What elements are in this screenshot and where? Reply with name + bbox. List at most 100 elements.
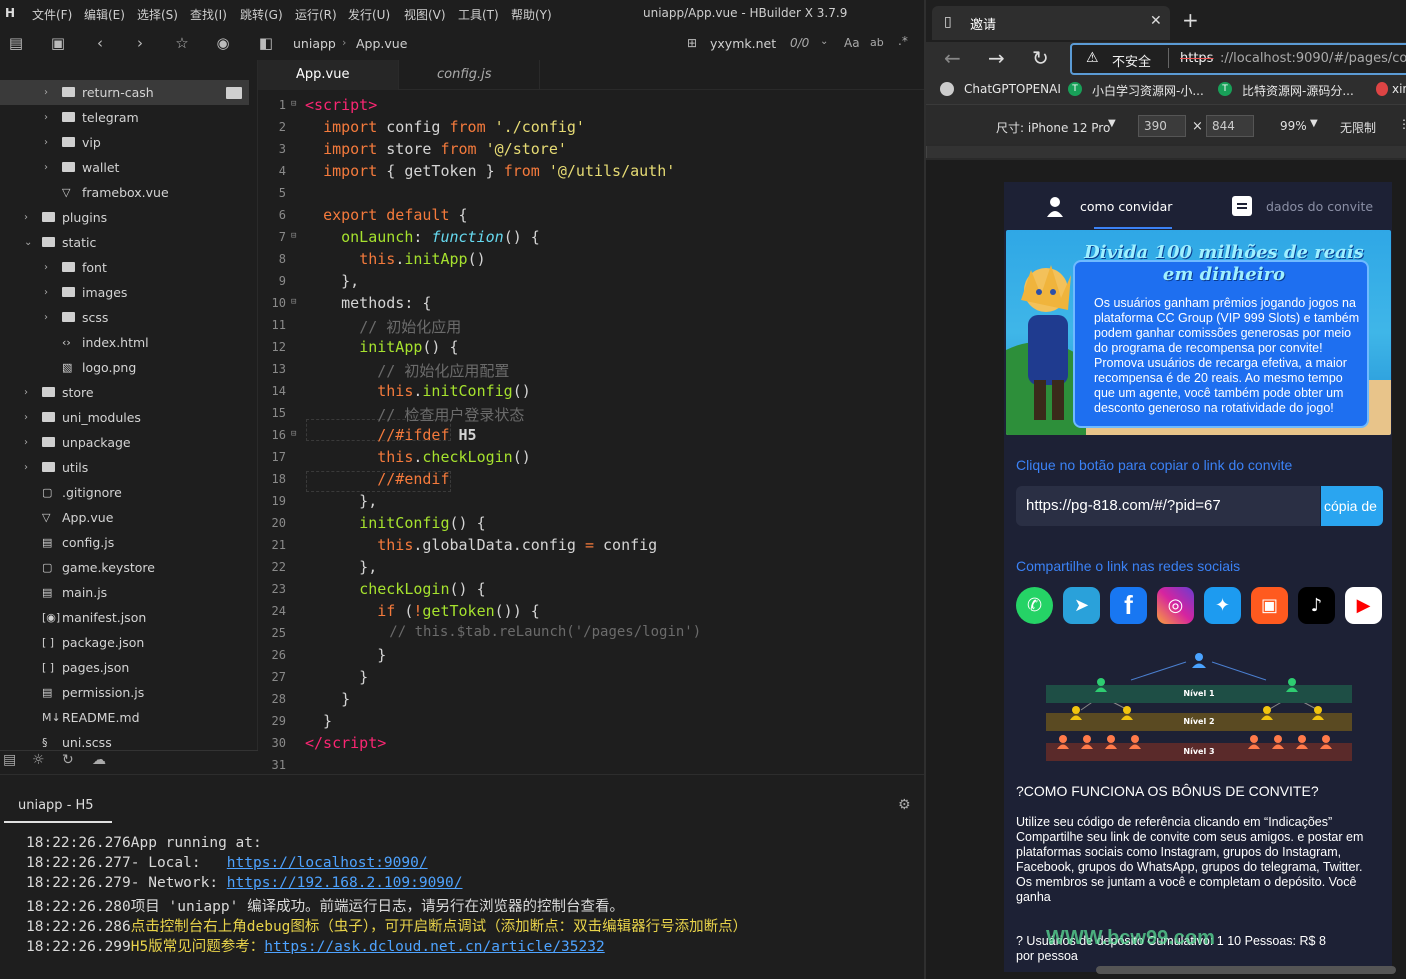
sidebar-item-vip[interactable]: › vip	[0, 130, 249, 155]
tab-app-vue[interactable]: App.vue	[258, 60, 398, 90]
facebook-icon[interactable]: f	[1110, 587, 1147, 624]
height-input[interactable]: 844	[1206, 115, 1254, 137]
chevron-down-icon[interactable]: ⌄	[820, 36, 828, 47]
sidebar-item-game-keystore[interactable]: ▢ game.keystore	[0, 555, 249, 580]
copy-button[interactable]: cópia de	[1321, 486, 1383, 526]
line-number[interactable]: 5	[258, 186, 286, 200]
sidebar-item-framebox-vue[interactable]: ▽ framebox.vue	[0, 180, 249, 205]
sidebar-item-logo-png[interactable]: ▧ logo.png	[0, 355, 249, 380]
line-number[interactable]: 11	[258, 318, 286, 332]
explorer-icon[interactable]: ▤	[3, 752, 16, 768]
line-number[interactable]: 16	[258, 428, 286, 442]
line-number[interactable]: 27	[258, 670, 286, 684]
sidebar-item-scss[interactable]: › scss	[0, 305, 249, 330]
save-icon[interactable]: ▣	[48, 33, 68, 53]
tab-como-convidar[interactable]: como convidar	[1080, 199, 1172, 214]
caret-down-icon[interactable]: ▼	[1310, 118, 1318, 129]
fold-icon[interactable]: ⊟	[291, 297, 296, 307]
run-icon[interactable]: ◉	[213, 33, 233, 53]
console-tab[interactable]: uniapp - H5	[18, 798, 94, 813]
line-number[interactable]: 2	[258, 120, 286, 134]
chevron-down-icon[interactable]: ⌄	[24, 230, 34, 255]
line-number[interactable]: 20	[258, 516, 286, 530]
line-number[interactable]: 6	[258, 208, 286, 222]
new-file-icon[interactable]: ▤	[6, 33, 26, 53]
sidebar-item-wallet[interactable]: › wallet	[0, 155, 249, 180]
more-icon[interactable]: ⋮	[1398, 117, 1406, 131]
line-number[interactable]: 29	[258, 714, 286, 728]
throttle-selector[interactable]: 无限制	[1340, 119, 1376, 136]
sidebar-item-unpackage[interactable]: › unpackage	[0, 430, 249, 455]
reload-icon[interactable]: ↻	[1032, 46, 1049, 70]
chevron-right-icon[interactable]: ›	[44, 155, 54, 180]
bug-icon[interactable]: ⚙	[898, 797, 911, 813]
line-number[interactable]: 28	[258, 692, 286, 706]
back-arrow-icon[interactable]: ←	[944, 46, 961, 70]
console-link[interactable]: https://192.168.2.109:9090/	[227, 875, 463, 891]
sidebar-item-package-json[interactable]: [ ] package.json	[0, 630, 249, 655]
star-icon[interactable]: ☆	[172, 33, 192, 53]
sidebar-item-font[interactable]: › font	[0, 255, 249, 280]
line-number[interactable]: 30	[258, 736, 286, 750]
device-selector[interactable]: 尺寸: iPhone 12 Pro	[996, 119, 1110, 136]
sidebar-item-app-vue[interactable]: ▽ App.vue	[0, 505, 249, 530]
line-number[interactable]: 18	[258, 472, 286, 486]
sidebar-item-telegram[interactable]: › telegram	[0, 105, 249, 130]
menu-file[interactable]: 文件(F)	[32, 6, 72, 23]
line-number[interactable]: 4	[258, 164, 286, 178]
forward-icon[interactable]: ›	[130, 33, 150, 53]
sidebar-item-uni-modules[interactable]: › uni_modules	[0, 405, 249, 430]
back-icon[interactable]: ‹	[90, 33, 110, 53]
regex-icon[interactable]: .*	[898, 34, 908, 48]
tab-config-js[interactable]: config.js	[398, 60, 540, 90]
sidebar-item-plugins[interactable]: › plugins	[0, 205, 249, 230]
bookmark-item[interactable]: xin	[1392, 82, 1406, 96]
instagram-icon[interactable]: ◎	[1157, 587, 1194, 624]
bookmark-item[interactable]: ChatGPTOPENAI	[964, 82, 1061, 96]
invite-link-field[interactable]: https://pg-818.com/#/?pid=67	[1016, 486, 1320, 526]
warning-icon[interactable]: ⚠	[1086, 50, 1099, 66]
chevron-right-icon[interactable]: ›	[44, 80, 54, 105]
forward-arrow-icon[interactable]: →	[988, 46, 1005, 70]
line-number[interactable]: 7	[258, 230, 286, 244]
horizontal-scrollbar[interactable]	[1096, 966, 1396, 974]
menu-view[interactable]: 视图(V)	[404, 6, 446, 23]
insecure-label[interactable]: 不安全	[1112, 51, 1151, 70]
menu-tools[interactable]: 工具(T)	[458, 6, 499, 23]
sidebar-item-gitignore[interactable]: ▢ .gitignore	[0, 480, 249, 505]
sidebar-item-config-js[interactable]: ▤ config.js	[0, 530, 249, 555]
breadcrumb-file[interactable]: App.vue	[356, 36, 407, 51]
youtube-icon[interactable]: ▶	[1345, 587, 1382, 624]
chevron-right-icon[interactable]: ›	[44, 105, 54, 130]
debug-icon[interactable]: ☼	[32, 752, 45, 768]
line-number[interactable]: 26	[258, 648, 286, 662]
menu-edit[interactable]: 编辑(E)	[84, 6, 125, 23]
line-number[interactable]: 12	[258, 340, 286, 354]
line-number[interactable]: 25	[258, 626, 286, 640]
line-number[interactable]: 15	[258, 406, 286, 420]
telegram-icon[interactable]: ➤	[1063, 587, 1100, 624]
twitter-icon[interactable]: ✦	[1204, 587, 1241, 624]
chevron-right-icon[interactable]: ›	[44, 305, 54, 330]
bookmark-item[interactable]: 比特资源网-源码分...	[1242, 82, 1354, 99]
chevron-right-icon[interactable]: ›	[44, 255, 54, 280]
sidebar-item-index-html[interactable]: ‹› index.html	[0, 330, 249, 355]
whole-word-icon[interactable]: ab	[870, 36, 884, 49]
bookmark-item[interactable]: 小白学习资源网-小...	[1092, 82, 1204, 99]
line-number[interactable]: 14	[258, 384, 286, 398]
line-number[interactable]: 23	[258, 582, 286, 596]
line-number[interactable]: 31	[258, 758, 286, 772]
close-icon[interactable]: ✕	[1150, 13, 1162, 29]
tiktok-icon[interactable]: ♪	[1298, 587, 1335, 624]
line-number[interactable]: 19	[258, 494, 286, 508]
match-case-icon[interactable]: Aa	[844, 36, 860, 50]
new-tab-icon[interactable]: +	[1182, 8, 1199, 32]
whatsapp-icon[interactable]: ✆	[1016, 587, 1053, 624]
site-selector[interactable]: yxymk.net	[710, 36, 776, 51]
sidebar-item-return-cash[interactable]: › return-cash	[0, 80, 249, 105]
fold-icon[interactable]: ⊟	[291, 231, 296, 241]
sidebar-item-permission-js[interactable]: ▤ permission.js	[0, 680, 249, 705]
caret-down-icon[interactable]: ▼	[1108, 118, 1116, 129]
tab-dados-convite[interactable]: dados do convite	[1266, 199, 1373, 214]
line-number[interactable]: 1	[258, 98, 286, 112]
